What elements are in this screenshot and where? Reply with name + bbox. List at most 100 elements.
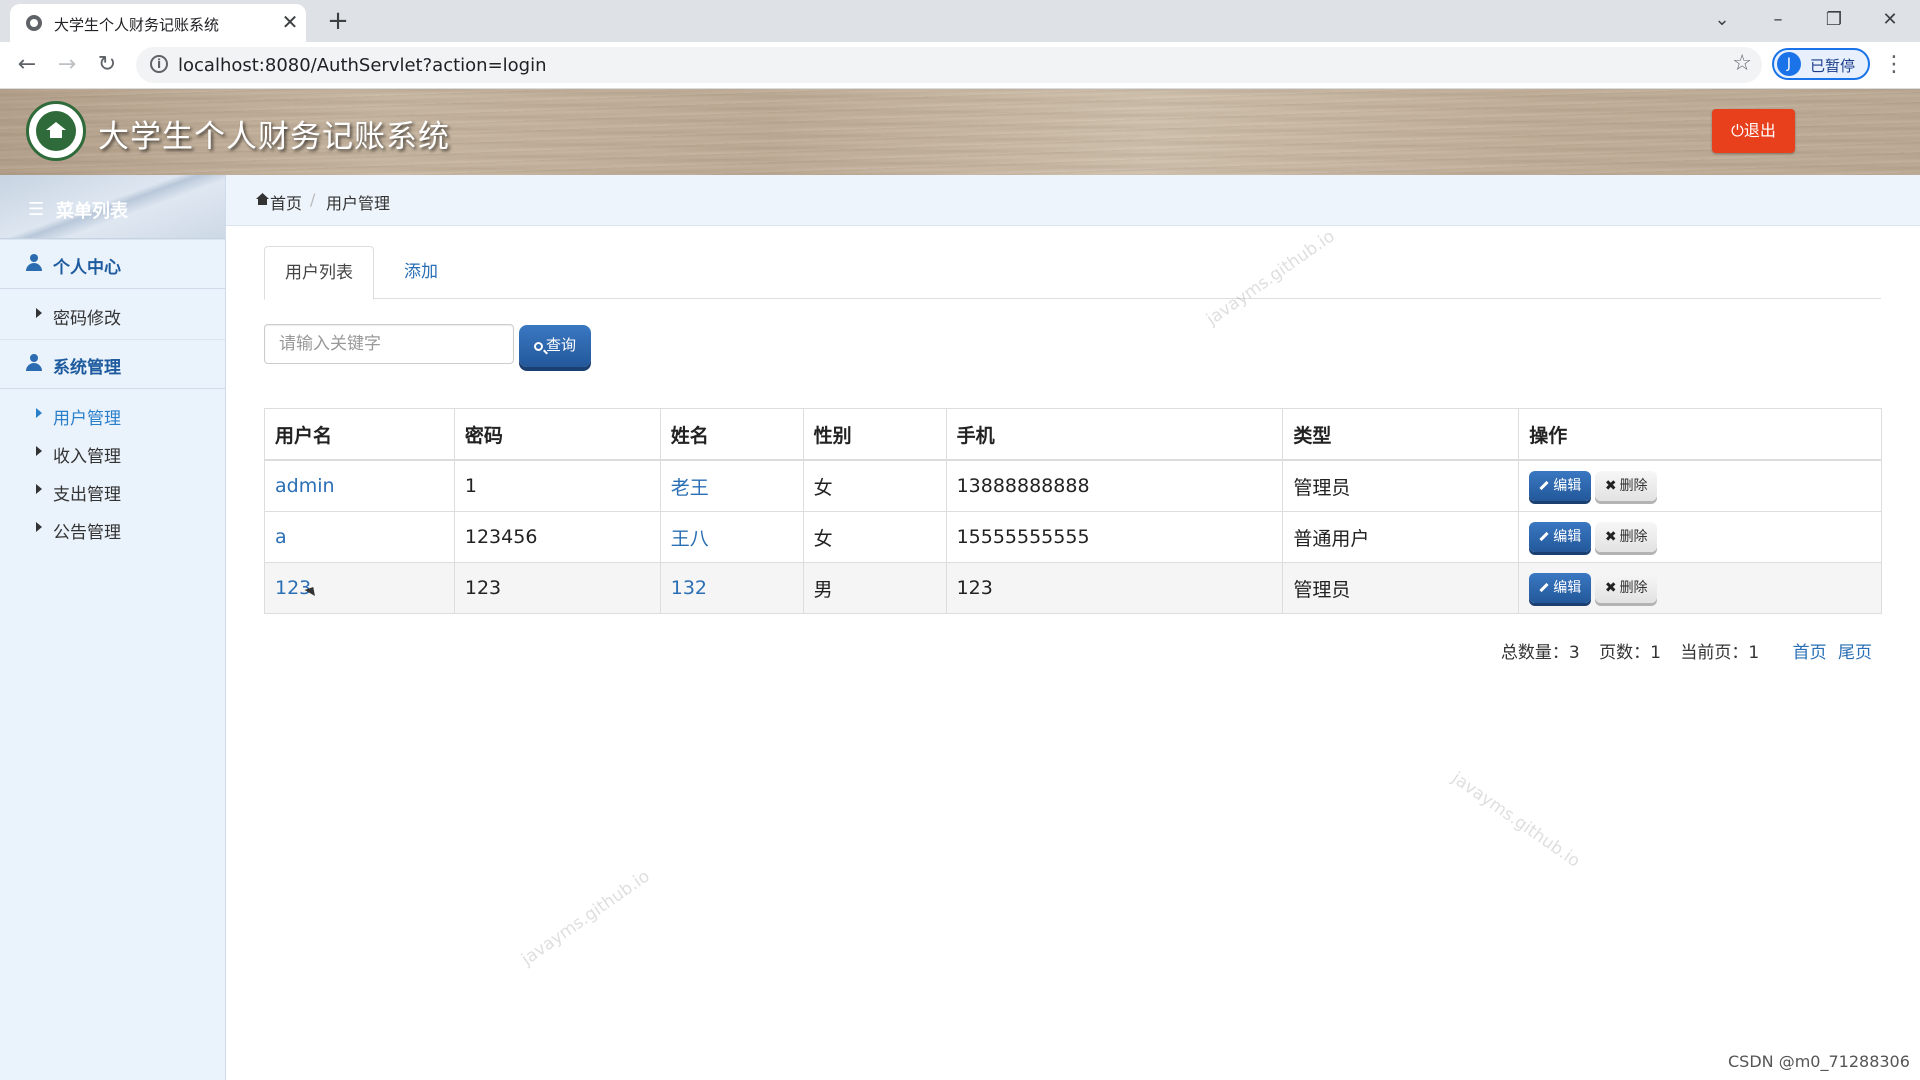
name-link[interactable]: 132 — [659, 562, 804, 614]
last-page-link[interactable]: 尾页 — [1838, 643, 1872, 663]
user-icon — [26, 254, 42, 272]
sidebar-header: ☰ 菜单列表 — [0, 175, 225, 239]
column-header: 操作 — [1518, 408, 1882, 461]
total-count: 总数量：3 — [1500, 643, 1580, 663]
star-icon[interactable]: ☆ — [1732, 51, 1752, 76]
search-input[interactable] — [264, 324, 514, 364]
profile-status: 已暂停 — [1810, 57, 1856, 75]
sidebar-item-income[interactable]: 收入管理 — [0, 434, 225, 470]
tab-add[interactable]: 添加 — [376, 246, 466, 297]
table-header-row: 用户名 密码 姓名 性别 手机 类型 操作 — [264, 408, 1882, 461]
column-header: 性别 — [802, 408, 947, 461]
table-row: admin 1 老王 女 13888888888 管理员 编辑 ✖ 删除 — [264, 459, 1882, 512]
password-cell: 123 — [453, 562, 661, 614]
edit-button[interactable]: 编辑 — [1529, 573, 1592, 603]
chevron-down-icon[interactable]: ⌄ — [1706, 6, 1738, 34]
delete-button[interactable]: ✖ 删除 — [1595, 522, 1658, 552]
restore-button[interactable]: ❐ — [1818, 6, 1850, 34]
sidebar-item-expense[interactable]: 支出管理 — [0, 472, 225, 508]
sidebar-item-label: 支出管理 — [53, 485, 121, 505]
sidebar-item-password[interactable]: 密码修改 — [0, 296, 225, 332]
search-button[interactable]: 查询 — [519, 325, 591, 367]
type-cell: 管理员 — [1282, 459, 1520, 512]
name-link[interactable]: 王八 — [659, 511, 804, 563]
avatar: J — [1777, 52, 1801, 76]
column-header: 类型 — [1282, 408, 1520, 461]
phone-cell: 13888888888 — [945, 459, 1284, 512]
delete-button[interactable]: ✖ 删除 — [1595, 573, 1658, 603]
password-cell: 1 — [453, 459, 661, 512]
globe-icon — [26, 15, 42, 31]
gender-cell: 男 — [802, 562, 947, 614]
close-icon: ✖ — [1604, 580, 1617, 596]
password-cell: 123456 — [453, 511, 661, 563]
search-icon — [533, 342, 543, 351]
sidebar-item-label: 收入管理 — [53, 447, 121, 467]
address-bar[interactable]: i localhost:8080/AuthServlet?action=logi… — [136, 47, 1762, 83]
watermark: javayms.github.io — [1447, 768, 1584, 872]
browser-tab[interactable]: 大学生个人财务记账系统 ✕ — [10, 4, 306, 42]
forward-arrow-icon[interactable]: → — [52, 50, 82, 80]
gender-cell: 女 — [802, 459, 947, 512]
username-link[interactable]: admin — [264, 459, 455, 512]
sidebar-item-label: 密码修改 — [53, 309, 121, 329]
home-icon — [256, 193, 269, 205]
page-count: 页数：1 — [1599, 643, 1661, 663]
new-tab-button[interactable]: + — [324, 8, 352, 36]
edit-button[interactable]: 编辑 — [1529, 522, 1592, 552]
username-link[interactable]: a — [264, 511, 455, 563]
delete-label: 删除 — [1619, 478, 1648, 494]
logout-button[interactable]: ⏻退出 — [1712, 109, 1795, 153]
sidebar-group-system[interactable]: 系统管理 — [0, 339, 225, 389]
pencil-icon — [1539, 582, 1549, 593]
sidebar: ☰ 菜单列表 个人中心 密码修改 系统管理 用户管理 收入管理 支出管理 公告管… — [0, 175, 226, 1080]
browser-tab-bar: 大学生个人财务记账系统 ✕ + ⌄ – ❐ ✕ — [0, 0, 1920, 42]
browser-toolbar: ← → ↻ i localhost:8080/AuthServlet?actio… — [0, 42, 1920, 89]
column-header: 姓名 — [659, 408, 804, 461]
breadcrumb-home[interactable]: 首页 — [270, 190, 302, 214]
caret-right-icon — [36, 522, 42, 532]
minimize-button[interactable]: – — [1762, 6, 1794, 34]
close-icon[interactable]: ✕ — [278, 10, 302, 34]
column-header: 用户名 — [264, 408, 455, 461]
app-title: 大学生个人财务记账系统 — [98, 119, 450, 155]
sidebar-item-label: 用户管理 — [53, 409, 121, 429]
edit-button[interactable]: 编辑 — [1529, 471, 1592, 501]
breadcrumb: 首页 / 用户管理 — [226, 175, 1920, 226]
more-menu-icon[interactable]: ⋮ — [1882, 50, 1906, 80]
url-text[interactable]: localhost:8080/AuthServlet?action=login — [178, 55, 547, 76]
tab-user-list[interactable]: 用户列表 — [264, 246, 374, 300]
sidebar-item-notice[interactable]: 公告管理 — [0, 510, 225, 546]
caret-right-icon — [36, 308, 42, 318]
app-header: 大学生个人财务记账系统 ⏻退出 — [0, 89, 1920, 175]
caret-right-icon — [36, 484, 42, 494]
delete-button[interactable]: ✖ 删除 — [1595, 471, 1658, 501]
pencil-icon — [1539, 480, 1549, 491]
sidebar-group-personal[interactable]: 个人中心 — [0, 239, 225, 289]
name-link[interactable]: 老王 — [659, 459, 804, 512]
edit-label: 编辑 — [1553, 478, 1582, 494]
sidebar-group-label: 个人中心 — [53, 258, 121, 278]
pencil-icon — [1539, 531, 1549, 542]
close-icon: ✖ — [1604, 478, 1617, 494]
first-page-link[interactable]: 首页 — [1793, 643, 1827, 663]
reload-icon[interactable]: ↻ — [92, 50, 122, 80]
user-icon — [26, 354, 42, 372]
edit-label: 编辑 — [1553, 580, 1582, 596]
username-link[interactable]: 123 — [264, 562, 455, 614]
actions-cell: 编辑 ✖ 删除 — [1518, 562, 1882, 614]
search-button-label: 查询 — [545, 336, 576, 354]
info-icon[interactable]: i — [150, 55, 168, 73]
watermark: javayms.github.io — [517, 866, 654, 970]
power-icon: ⏻ — [1731, 121, 1744, 140]
sidebar-item-users[interactable]: 用户管理 — [0, 396, 225, 432]
window-close-button[interactable]: ✕ — [1874, 6, 1906, 34]
close-icon: ✖ — [1604, 529, 1617, 545]
profile-button[interactable]: J 已暂停 — [1772, 48, 1870, 80]
breadcrumb-current: 用户管理 — [326, 194, 391, 213]
back-arrow-icon[interactable]: ← — [12, 50, 42, 80]
sidebar-group-label: 系统管理 — [53, 358, 121, 378]
content-tabs: 用户列表 添加 — [264, 246, 1881, 300]
footer-credit: CSDN @m0_71288306 — [1728, 1052, 1910, 1071]
table-row: a 123456 王八 女 15555555555 普通用户 编辑 ✖ 删除 — [264, 511, 1882, 563]
